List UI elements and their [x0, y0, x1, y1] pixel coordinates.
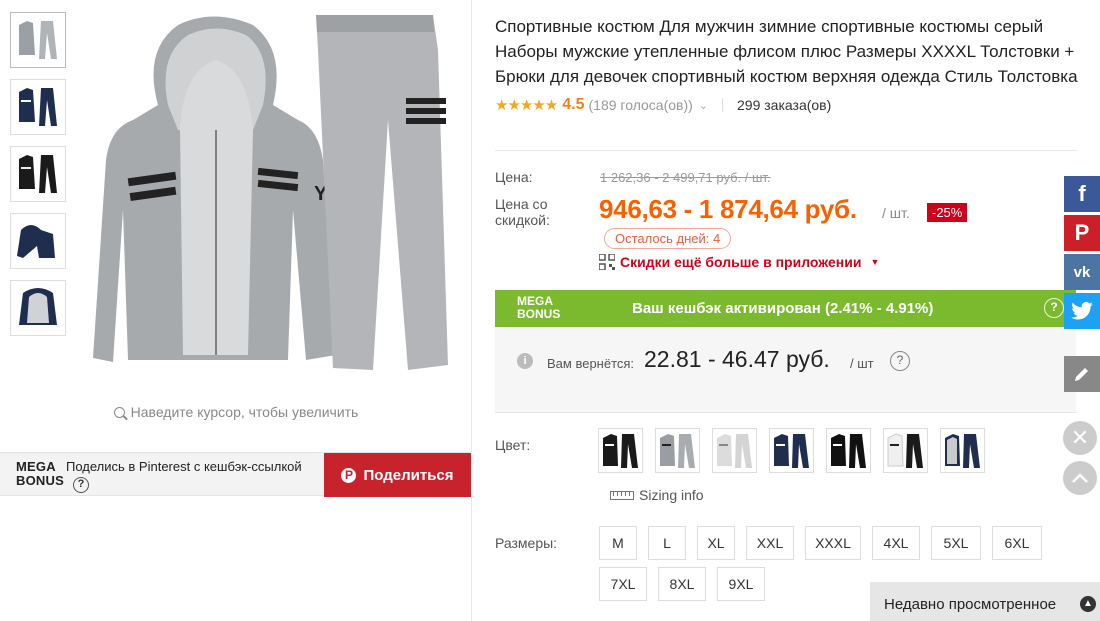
product-title: Спортивные костюм Для мужчин зимние спор…	[495, 17, 1078, 86]
qr-code-icon	[599, 254, 615, 270]
color-swatch-navy-gray[interactable]	[940, 428, 985, 473]
chevron-up-icon: ▲	[1080, 596, 1096, 612]
size-option-6xl[interactable]: 6XL	[992, 526, 1042, 560]
orders-count: 299 заказа(ов)	[737, 97, 832, 113]
sizing-info-link[interactable]: Sizing info	[610, 487, 704, 503]
discount-price-label: Цена со скидкой:	[495, 196, 550, 228]
color-swatch-black-white[interactable]	[598, 428, 643, 473]
magnifier-icon	[113, 407, 125, 418]
thumbnail-lined-hoodie[interactable]	[10, 280, 66, 336]
days-left-badge: Осталось дней: 4	[604, 228, 732, 249]
thumbnail-list	[10, 12, 66, 347]
color-swatch-white-black[interactable]	[883, 428, 928, 473]
share-text: Поделись в Pinterest с кешбэк-ссылкой	[66, 459, 302, 474]
megabonus-logo: MEGA BONUS	[16, 459, 64, 488]
color-swatch-navy-white[interactable]	[769, 428, 814, 473]
zoom-hint: Наведите курсор, чтобы увеличить	[0, 404, 472, 420]
color-label: Цвет:	[495, 437, 531, 453]
divider	[495, 150, 1077, 151]
chevron-up-icon[interactable]	[1063, 461, 1097, 495]
cashback-help-icon[interactable]: ?	[1044, 298, 1064, 318]
size-option-4xl[interactable]: 4XL	[872, 526, 920, 560]
pinterest-icon[interactable]: P	[1064, 215, 1100, 251]
color-swatch-black-white-2[interactable]	[826, 428, 871, 473]
megabonus-bar: MEGA BONUS Ваш кешбэк активирован (2.41%…	[495, 290, 1076, 327]
original-price: 1 262,36 - 2 499,71 руб. / шт.	[600, 170, 771, 185]
size-option-m[interactable]: M	[599, 526, 637, 560]
recently-viewed-tab[interactable]: Недавно просмотренное ▲	[870, 582, 1100, 621]
share-help-icon[interactable]: ?	[73, 477, 89, 493]
per-unit: / шт.	[882, 205, 910, 221]
color-swatch-white-gray[interactable]	[712, 428, 757, 473]
thumbnail-black-set[interactable]	[10, 146, 66, 202]
ruler-icon	[610, 490, 634, 500]
cashback-label: Вам вернётся:	[547, 356, 635, 371]
cashback-panel: i Вам вернётся: 22.81 - 46.47 руб. / шт …	[495, 327, 1076, 412]
product-gallery: Y Наведите курсор, чтобы увеличить MEGA …	[0, 0, 472, 621]
app-deal-link[interactable]: Скидки ещё больше в приложении ▼	[599, 254, 879, 270]
thumbnail-navy-set[interactable]	[10, 79, 66, 135]
color-swatches	[598, 428, 985, 473]
pinterest-share-button[interactable]: P Поделиться	[324, 453, 471, 497]
vk-icon[interactable]: vk	[1064, 254, 1100, 290]
social-share-bar: f P vk	[1064, 176, 1100, 332]
rating-value: 4.5	[562, 96, 585, 113]
facebook-icon[interactable]: f	[1064, 176, 1100, 212]
size-option-9xl[interactable]: 9XL	[717, 567, 765, 601]
thumbnail-gray-set[interactable]	[10, 12, 66, 68]
chevron-down-icon[interactable]: ⌄	[699, 99, 708, 112]
votes-count[interactable]: (189 голоса(ов))	[589, 97, 693, 113]
pencil-icon[interactable]	[1064, 356, 1100, 392]
pinterest-share-bar: MEGA BONUS Поделись в Pinterest с кешбэк…	[0, 452, 472, 497]
size-label: Размеры:	[495, 535, 558, 551]
pinterest-icon: P	[341, 467, 357, 483]
thumbnail-navy-hoodie[interactable]	[10, 213, 66, 269]
star-rating-icon: ★★★★★	[495, 97, 558, 114]
cashback-value-help-icon[interactable]: ?	[890, 351, 910, 371]
size-option-xxxl[interactable]: XXXL	[805, 526, 861, 560]
price-label: Цена:	[495, 169, 533, 185]
size-option-xxl[interactable]: XXL	[746, 526, 794, 560]
color-swatch-gray-black[interactable]	[655, 428, 700, 473]
divider	[722, 98, 724, 112]
discount-badge: -25%	[927, 203, 968, 222]
divider	[495, 412, 1077, 413]
cashback-value: 22.81 - 46.47 руб.	[644, 346, 830, 372]
discount-price: 946,63 - 1 874,64 руб.	[599, 194, 857, 224]
cashback-unit: / шт	[850, 356, 874, 371]
size-option-xl[interactable]: XL	[697, 526, 735, 560]
size-option-5xl[interactable]: 5XL	[931, 526, 981, 560]
rating-row: ★★★★★ 4.5 (189 голоса(ов)) ⌄ 299 заказа(…	[495, 94, 1080, 116]
size-option-7xl[interactable]: 7XL	[599, 567, 647, 601]
caret-down-icon: ▼	[870, 257, 880, 267]
size-option-8xl[interactable]: 8XL	[658, 567, 706, 601]
size-option-l[interactable]: L	[648, 526, 686, 560]
main-product-image[interactable]: Y	[88, 10, 458, 390]
close-icon[interactable]: ✕	[1063, 421, 1097, 455]
twitter-icon[interactable]	[1064, 293, 1100, 329]
megabonus-logo: MEGA BONUS	[517, 294, 561, 321]
info-icon: i	[517, 353, 533, 369]
product-info: Спортивные костюм Для мужчин зимние спор…	[495, 0, 1080, 116]
cashback-activated-text: Ваш кешбэк активирован (2.41% - 4.91%)	[632, 300, 934, 317]
